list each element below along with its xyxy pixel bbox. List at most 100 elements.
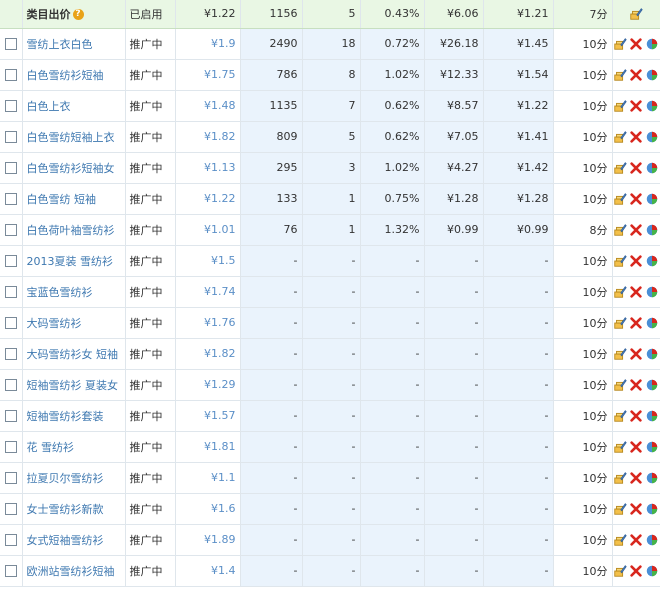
edit-bid-icon[interactable] — [613, 440, 628, 454]
keyword-link[interactable]: 2013夏装 雪纺衫 — [22, 245, 126, 277]
delete-icon[interactable] — [629, 285, 643, 299]
report-chart-icon[interactable] — [645, 502, 659, 516]
delete-icon[interactable] — [629, 471, 643, 485]
keyword-bid[interactable]: ¥1.01 — [175, 214, 241, 246]
delete-icon[interactable] — [629, 68, 643, 82]
edit-bid-icon[interactable] — [613, 502, 628, 516]
keyword-link[interactable]: 欧洲站雪纺衫短袖 — [22, 555, 126, 587]
keyword-link[interactable]: 雪纺上衣白色 — [22, 28, 126, 60]
edit-bid-icon[interactable] — [613, 316, 628, 330]
edit-bid-icon[interactable] — [629, 7, 643, 21]
keyword-link[interactable]: 白色雪纺短袖上衣 — [22, 121, 126, 153]
keyword-link[interactable]: 女式短袖雪纺衫 — [22, 524, 126, 556]
keyword-bid[interactable]: ¥1.4 — [175, 555, 241, 587]
delete-icon[interactable] — [629, 161, 643, 175]
keyword-bid[interactable]: ¥1.5 — [175, 245, 241, 277]
keyword-bid[interactable]: ¥1.82 — [175, 338, 241, 370]
row-checkbox[interactable] — [4, 131, 17, 143]
edit-bid-icon[interactable] — [613, 347, 628, 361]
keyword-link[interactable]: 短袖雪纺衫 夏装女 — [22, 369, 126, 401]
edit-bid-icon[interactable] — [613, 564, 628, 578]
edit-bid-icon[interactable] — [613, 409, 628, 423]
report-chart-icon[interactable] — [645, 440, 659, 454]
delete-icon[interactable] — [629, 378, 643, 392]
keyword-bid[interactable]: ¥1.75 — [175, 59, 241, 91]
report-chart-icon[interactable] — [645, 161, 659, 175]
row-checkbox[interactable] — [4, 348, 17, 360]
keyword-bid[interactable]: ¥1.9 — [175, 28, 241, 60]
keyword-bid[interactable]: ¥1.74 — [175, 276, 241, 308]
report-chart-icon[interactable] — [645, 223, 659, 237]
row-checkbox[interactable] — [4, 255, 17, 267]
edit-bid-icon[interactable] — [613, 378, 628, 392]
keyword-bid[interactable]: ¥1.1 — [175, 462, 241, 494]
keyword-link[interactable]: 白色上衣 — [22, 90, 126, 122]
keyword-bid[interactable]: ¥1.82 — [175, 121, 241, 153]
report-chart-icon[interactable] — [645, 37, 659, 51]
report-chart-icon[interactable] — [645, 409, 659, 423]
keyword-link[interactable]: 白色雪纺衫短袖 — [22, 59, 126, 91]
report-chart-icon[interactable] — [645, 378, 659, 392]
keyword-bid[interactable]: ¥1.81 — [175, 431, 241, 463]
keyword-link[interactable]: 大码雪纺衫女 短袖 — [22, 338, 126, 370]
edit-bid-icon[interactable] — [613, 471, 628, 485]
keyword-link[interactable]: 女士雪纺衫新款 — [22, 493, 126, 525]
edit-bid-icon[interactable] — [613, 161, 628, 175]
edit-bid-icon[interactable] — [613, 254, 628, 268]
edit-bid-icon[interactable] — [613, 130, 628, 144]
edit-bid-icon[interactable] — [613, 68, 628, 82]
report-chart-icon[interactable] — [645, 192, 659, 206]
keyword-bid[interactable]: ¥1.6 — [175, 493, 241, 525]
keyword-link[interactable]: 大码雪纺衫 — [22, 307, 126, 339]
report-chart-icon[interactable] — [645, 99, 659, 113]
keyword-bid[interactable]: ¥1.13 — [175, 152, 241, 184]
row-checkbox[interactable] — [4, 441, 17, 453]
delete-icon[interactable] — [629, 409, 643, 423]
delete-icon[interactable] — [629, 347, 643, 361]
report-chart-icon[interactable] — [645, 347, 659, 361]
keyword-link[interactable]: 白色雪纺 短袖 — [22, 183, 126, 215]
row-checkbox[interactable] — [4, 162, 17, 174]
keyword-bid[interactable]: ¥1.22 — [175, 183, 241, 215]
delete-icon[interactable] — [629, 533, 643, 547]
delete-icon[interactable] — [629, 223, 643, 237]
edit-bid-icon[interactable] — [613, 533, 628, 547]
keyword-bid[interactable]: ¥1.29 — [175, 369, 241, 401]
report-chart-icon[interactable] — [645, 533, 659, 547]
row-checkbox[interactable] — [4, 193, 17, 205]
report-chart-icon[interactable] — [645, 564, 659, 578]
keyword-bid[interactable]: ¥1.57 — [175, 400, 241, 432]
keyword-link[interactable]: 短袖雪纺衫套装 — [22, 400, 126, 432]
delete-icon[interactable] — [629, 192, 643, 206]
edit-bid-icon[interactable] — [613, 223, 628, 237]
row-checkbox[interactable] — [4, 69, 17, 81]
row-checkbox[interactable] — [4, 410, 17, 422]
edit-bid-icon[interactable] — [613, 285, 628, 299]
category-bid-value[interactable]: ¥1.22 — [175, 0, 241, 29]
keyword-bid[interactable]: ¥1.76 — [175, 307, 241, 339]
keyword-link[interactable]: 花 雪纺衫 — [22, 431, 126, 463]
delete-icon[interactable] — [629, 502, 643, 516]
report-chart-icon[interactable] — [645, 68, 659, 82]
delete-icon[interactable] — [629, 254, 643, 268]
delete-icon[interactable] — [629, 37, 643, 51]
row-checkbox[interactable] — [4, 379, 17, 391]
keyword-link[interactable]: 拉夏贝尔雪纺衫 — [22, 462, 126, 494]
delete-icon[interactable] — [629, 440, 643, 454]
keyword-link[interactable]: 白色荷叶袖雪纺衫 — [22, 214, 126, 246]
report-chart-icon[interactable] — [645, 254, 659, 268]
row-checkbox[interactable] — [4, 317, 17, 329]
row-checkbox[interactable] — [4, 286, 17, 298]
keyword-link[interactable]: 白色雪纺衫短袖女 — [22, 152, 126, 184]
edit-bid-icon[interactable] — [613, 192, 628, 206]
edit-bid-icon[interactable] — [613, 37, 628, 51]
row-checkbox[interactable] — [4, 534, 17, 546]
row-checkbox[interactable] — [4, 100, 17, 112]
keyword-bid[interactable]: ¥1.89 — [175, 524, 241, 556]
report-chart-icon[interactable] — [645, 316, 659, 330]
delete-icon[interactable] — [629, 564, 643, 578]
report-chart-icon[interactable] — [645, 285, 659, 299]
edit-bid-icon[interactable] — [613, 99, 628, 113]
keyword-bid[interactable]: ¥1.48 — [175, 90, 241, 122]
delete-icon[interactable] — [629, 99, 643, 113]
